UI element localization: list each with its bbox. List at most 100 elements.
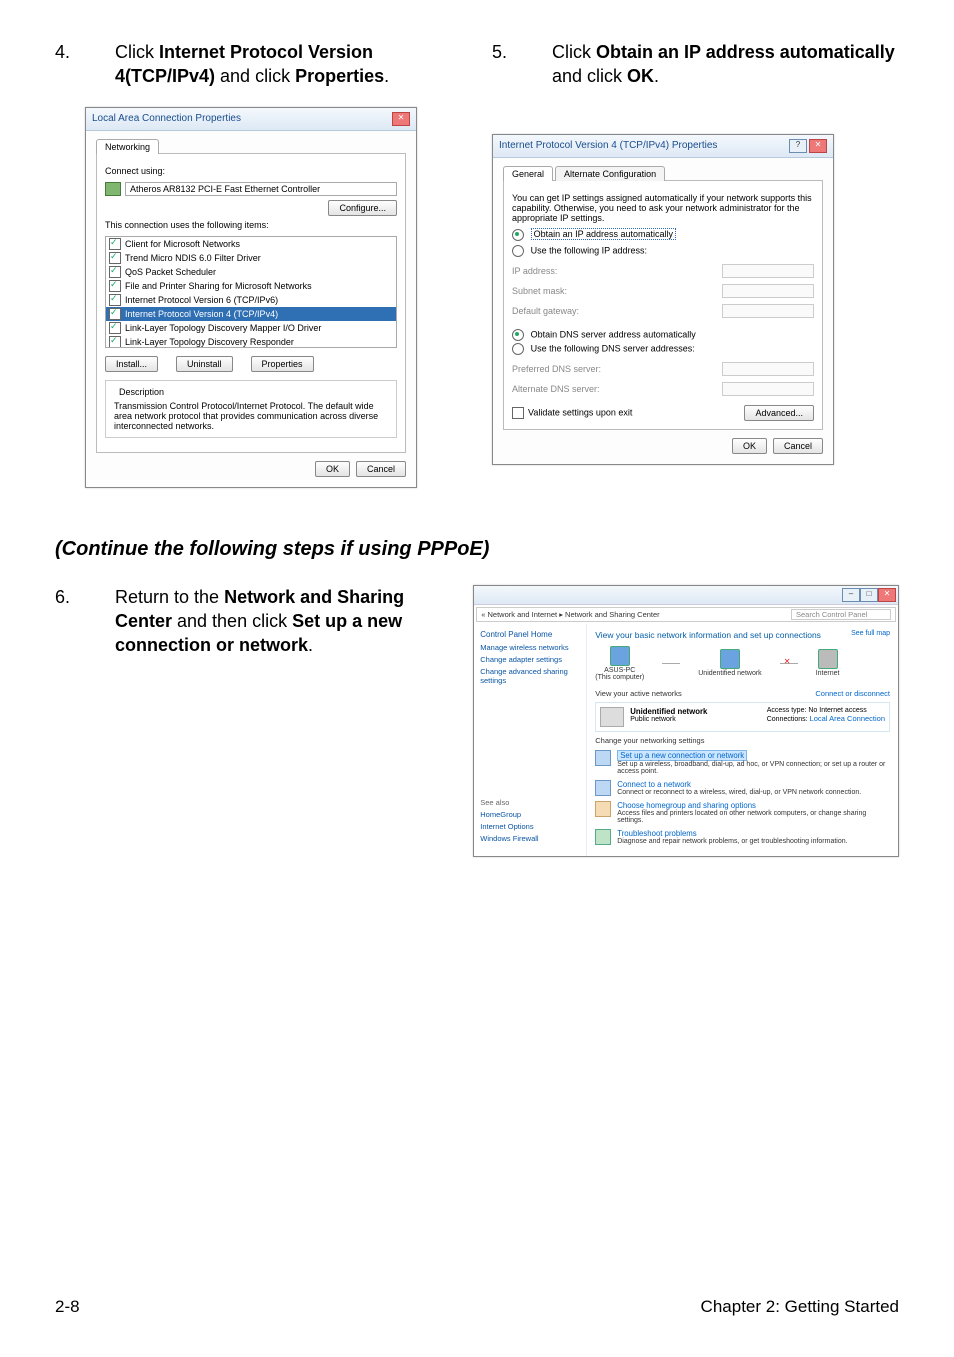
bold-text: Properties bbox=[295, 66, 384, 86]
homegroup-link[interactable]: Choose homegroup and sharing options bbox=[617, 801, 890, 810]
access-type-label: Access type: bbox=[767, 707, 807, 714]
sidebar-link[interactable]: Change adapter settings bbox=[480, 655, 580, 664]
list-item[interactable]: Client for Microsoft Networks bbox=[125, 239, 240, 249]
checkbox-icon[interactable] bbox=[109, 336, 121, 348]
step-number: 4. bbox=[55, 40, 115, 89]
adapter-name[interactable]: Atheros AR8132 PCI-E Fast Ethernet Contr… bbox=[125, 182, 397, 196]
sidebar-link[interactable]: Windows Firewall bbox=[480, 834, 580, 843]
ok-button[interactable]: OK bbox=[732, 438, 767, 454]
list-item[interactable]: Link-Layer Topology Discovery Mapper I/O… bbox=[125, 323, 321, 333]
gateway-input bbox=[722, 304, 814, 318]
ok-button[interactable]: OK bbox=[315, 461, 350, 477]
task-desc: Set up a wireless, broadband, dial-up, a… bbox=[617, 761, 890, 775]
checkbox-icon[interactable] bbox=[109, 266, 121, 278]
troubleshoot-link[interactable]: Troubleshoot problems bbox=[617, 829, 847, 838]
use-ip-label: Use the following IP address: bbox=[531, 245, 647, 255]
radio-use-ip[interactable] bbox=[512, 245, 524, 257]
control-panel-home-link[interactable]: Control Panel Home bbox=[480, 630, 580, 639]
pref-dns-input bbox=[722, 362, 814, 376]
radio-dns-auto[interactable] bbox=[512, 329, 524, 341]
see-also-label: See also bbox=[480, 798, 580, 807]
list-item[interactable]: Link-Layer Topology Discovery Responder bbox=[125, 337, 294, 347]
network-name: Unidentified network bbox=[630, 707, 707, 716]
list-item[interactable]: Trend Micro NDIS 6.0 Filter Driver bbox=[125, 253, 261, 263]
network-line-broken bbox=[780, 663, 798, 664]
bench-icon bbox=[600, 707, 624, 727]
breadcrumb[interactable]: « Network and Internet ▸ Network and Sha… bbox=[481, 610, 659, 619]
active-network-box: Unidentified network Public network Acce… bbox=[595, 702, 890, 732]
step-6: 6. Return to the Network and Sharing Cen… bbox=[55, 585, 443, 658]
bold-text: Obtain an IP address automatically bbox=[596, 42, 895, 62]
computer-icon bbox=[610, 646, 630, 666]
list-item[interactable]: Internet Protocol Version 6 (TCP/IPv6) bbox=[125, 295, 278, 305]
install-button[interactable]: Install... bbox=[105, 356, 158, 372]
task-icon bbox=[595, 829, 611, 845]
ip-label: IP address: bbox=[512, 266, 722, 276]
node-label: Internet bbox=[816, 670, 840, 677]
connect-disconnect-link[interactable]: Connect or disconnect bbox=[815, 689, 890, 698]
text: and click bbox=[552, 66, 627, 86]
uninstall-button[interactable]: Uninstall bbox=[176, 356, 233, 372]
text: Return to the bbox=[115, 587, 224, 607]
close-icon[interactable]: ✕ bbox=[809, 139, 827, 153]
step-text: Return to the Network and Sharing Center… bbox=[115, 585, 443, 658]
list-item-selected[interactable]: Internet Protocol Version 4 (TCP/IPv4) bbox=[125, 309, 278, 319]
network-sharing-center-window: – □ ✕ « Network and Internet ▸ Network a… bbox=[473, 585, 899, 857]
close-icon[interactable]: ✕ bbox=[878, 588, 896, 602]
maximize-icon[interactable]: □ bbox=[860, 588, 878, 602]
help-icon[interactable]: ? bbox=[789, 139, 807, 153]
radio-obtain-auto[interactable] bbox=[512, 229, 524, 241]
sidebar-link[interactable]: HomeGroup bbox=[480, 810, 580, 819]
components-listbox[interactable]: Client for Microsoft Networks Trend Micr… bbox=[105, 236, 397, 348]
checkbox-icon[interactable] bbox=[109, 308, 121, 320]
main-heading: View your basic network information and … bbox=[595, 630, 821, 640]
sidebar-link[interactable]: Internet Options bbox=[480, 822, 580, 831]
uses-items-label: This connection uses the following items… bbox=[105, 220, 397, 230]
checkbox-icon[interactable] bbox=[109, 252, 121, 264]
checkbox-icon[interactable] bbox=[109, 322, 121, 334]
node-label: ASUS-PC bbox=[595, 667, 644, 674]
continue-heading: (Continue the following steps if using P… bbox=[55, 538, 899, 561]
cancel-button[interactable]: Cancel bbox=[773, 438, 823, 454]
checkbox-icon[interactable] bbox=[109, 280, 121, 292]
tab-alternate[interactable]: Alternate Configuration bbox=[555, 166, 665, 181]
connection-link[interactable]: Local Area Connection bbox=[810, 714, 885, 723]
bold-text: OK bbox=[627, 66, 654, 86]
checkbox-icon[interactable] bbox=[109, 294, 121, 306]
checkbox-icon[interactable] bbox=[109, 238, 121, 250]
list-item[interactable]: File and Printer Sharing for Microsoft N… bbox=[125, 281, 312, 291]
search-input[interactable]: Search Control Panel bbox=[791, 609, 891, 620]
text: . bbox=[308, 635, 313, 655]
sidebar-link[interactable]: Change advanced sharing settings bbox=[480, 667, 580, 685]
setup-connection-link[interactable]: Set up a new connection or network bbox=[617, 750, 747, 761]
network-line bbox=[662, 663, 680, 664]
text: and then click bbox=[172, 611, 292, 631]
close-icon[interactable]: ✕ bbox=[392, 112, 410, 126]
minimize-icon[interactable]: – bbox=[842, 588, 860, 602]
tab-networking[interactable]: Networking bbox=[96, 139, 159, 154]
sidebar-link[interactable]: Manage wireless networks bbox=[480, 643, 580, 652]
task-desc: Diagnose and repair network problems, or… bbox=[617, 838, 847, 845]
dns-use-label: Use the following DNS server addresses: bbox=[531, 343, 695, 353]
cancel-button[interactable]: Cancel bbox=[356, 461, 406, 477]
configure-button[interactable]: Configure... bbox=[328, 200, 397, 216]
tab-general[interactable]: General bbox=[503, 166, 553, 181]
task-icon bbox=[595, 750, 611, 766]
internet-icon bbox=[818, 649, 838, 669]
connect-network-link[interactable]: Connect to a network bbox=[617, 780, 861, 789]
step-4: 4. Click Internet Protocol Version 4(TCP… bbox=[55, 40, 462, 89]
local-area-connection-dialog: Local Area Connection Properties ✕ Netwo… bbox=[85, 107, 417, 488]
change-settings-label: Change your networking settings bbox=[595, 736, 890, 745]
properties-button[interactable]: Properties bbox=[251, 356, 314, 372]
dns-auto-label: Obtain DNS server address automatically bbox=[531, 329, 696, 339]
validate-checkbox[interactable] bbox=[512, 407, 524, 419]
advanced-button[interactable]: Advanced... bbox=[744, 405, 814, 421]
text: . bbox=[384, 66, 389, 86]
list-item[interactable]: QoS Packet Scheduler bbox=[125, 267, 216, 277]
see-full-map-link[interactable]: See full map bbox=[851, 630, 890, 637]
radio-dns-use[interactable] bbox=[512, 343, 524, 355]
connections-label: Connections: bbox=[767, 716, 808, 723]
task-desc: Access files and printers located on oth… bbox=[617, 810, 890, 824]
access-type-value: No Internet access bbox=[808, 707, 866, 714]
gateway-label: Default gateway: bbox=[512, 306, 722, 316]
